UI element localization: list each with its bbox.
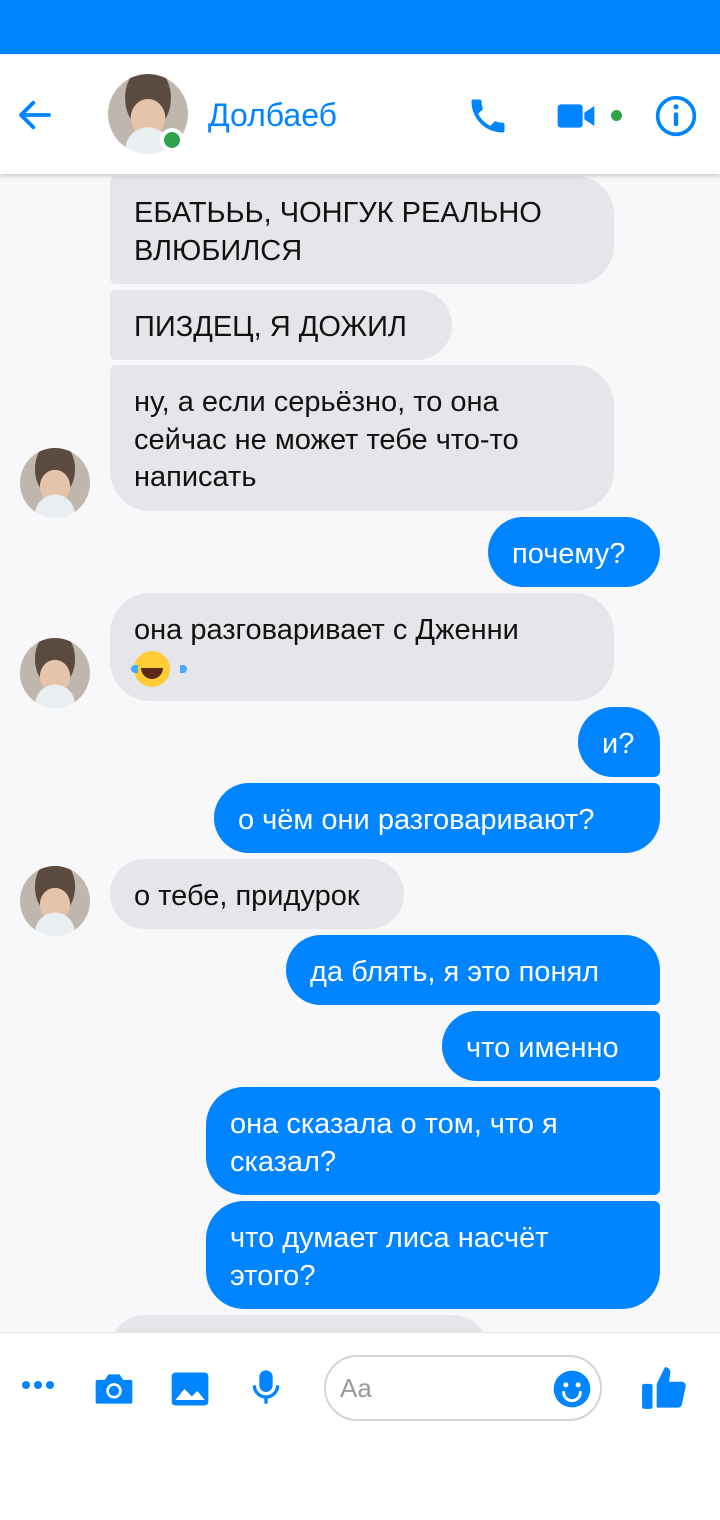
microphone-icon[interactable] xyxy=(246,1365,286,1409)
message-input-placeholder: Aa xyxy=(340,1373,372,1403)
message-bubble[interactable]: она сказала о том, что я сказал? xyxy=(206,1087,660,1195)
message-bubble[interactable]: о чём они разговаривают? xyxy=(214,783,660,853)
message-bubble[interactable]: о тебе, придурок xyxy=(110,859,404,929)
online-status-dot xyxy=(160,128,184,152)
message-bubble[interactable]: ну, а если серьёзно, то она сейчас не мо… xyxy=(110,365,614,511)
message-bubble[interactable]: и? xyxy=(578,707,660,777)
composer-bar: Aa xyxy=(0,1332,720,1520)
phone-icon[interactable] xyxy=(466,94,510,138)
thumbs-up-icon[interactable] xyxy=(640,1363,690,1413)
status-bar xyxy=(0,0,720,54)
message-text: она разговаривает с Дженни xyxy=(134,614,519,646)
video-active-dot xyxy=(611,110,622,121)
message-thread[interactable]: ЕБАТЬЬЬ, ЧОНГУК РЕАЛЬНО ВЛЮБИЛСЯ ПИЗДЕЦ,… xyxy=(0,174,720,1332)
sender-avatar[interactable] xyxy=(20,866,90,936)
back-arrow-icon[interactable] xyxy=(14,94,56,136)
message-bubble[interactable]: почему? xyxy=(488,517,660,587)
gallery-icon[interactable] xyxy=(168,1367,212,1411)
message-bubble[interactable]: ПИЗДЕЦ, Я ДОЖИЛ xyxy=(110,290,452,360)
sender-avatar[interactable] xyxy=(20,638,90,708)
video-camera-icon[interactable] xyxy=(556,98,596,134)
message-bubble[interactable]: да блять, я это понял xyxy=(286,935,660,1005)
emoji-icon[interactable] xyxy=(552,1369,592,1409)
message-bubble[interactable]: она разговаривает с Дженни xyxy=(110,593,614,701)
message-input[interactable]: Aa xyxy=(324,1355,602,1421)
sender-avatar[interactable] xyxy=(20,448,90,518)
camera-icon[interactable] xyxy=(92,1367,136,1411)
message-bubble[interactable] xyxy=(110,1315,488,1332)
contact-name[interactable]: Долбаеб xyxy=(208,96,337,134)
laughing-emoji-icon xyxy=(131,650,187,687)
info-icon[interactable] xyxy=(654,94,698,138)
contact-avatar[interactable] xyxy=(108,74,188,154)
chat-header: Долбаеб xyxy=(0,54,720,174)
more-icon[interactable] xyxy=(20,1379,56,1391)
message-bubble[interactable]: ЕБАТЬЬЬ, ЧОНГУК РЕАЛЬНО ВЛЮБИЛСЯ xyxy=(110,176,614,284)
message-bubble[interactable]: что именно xyxy=(442,1011,660,1081)
message-bubble[interactable]: что думает лиса насчёт этого? xyxy=(206,1201,660,1309)
